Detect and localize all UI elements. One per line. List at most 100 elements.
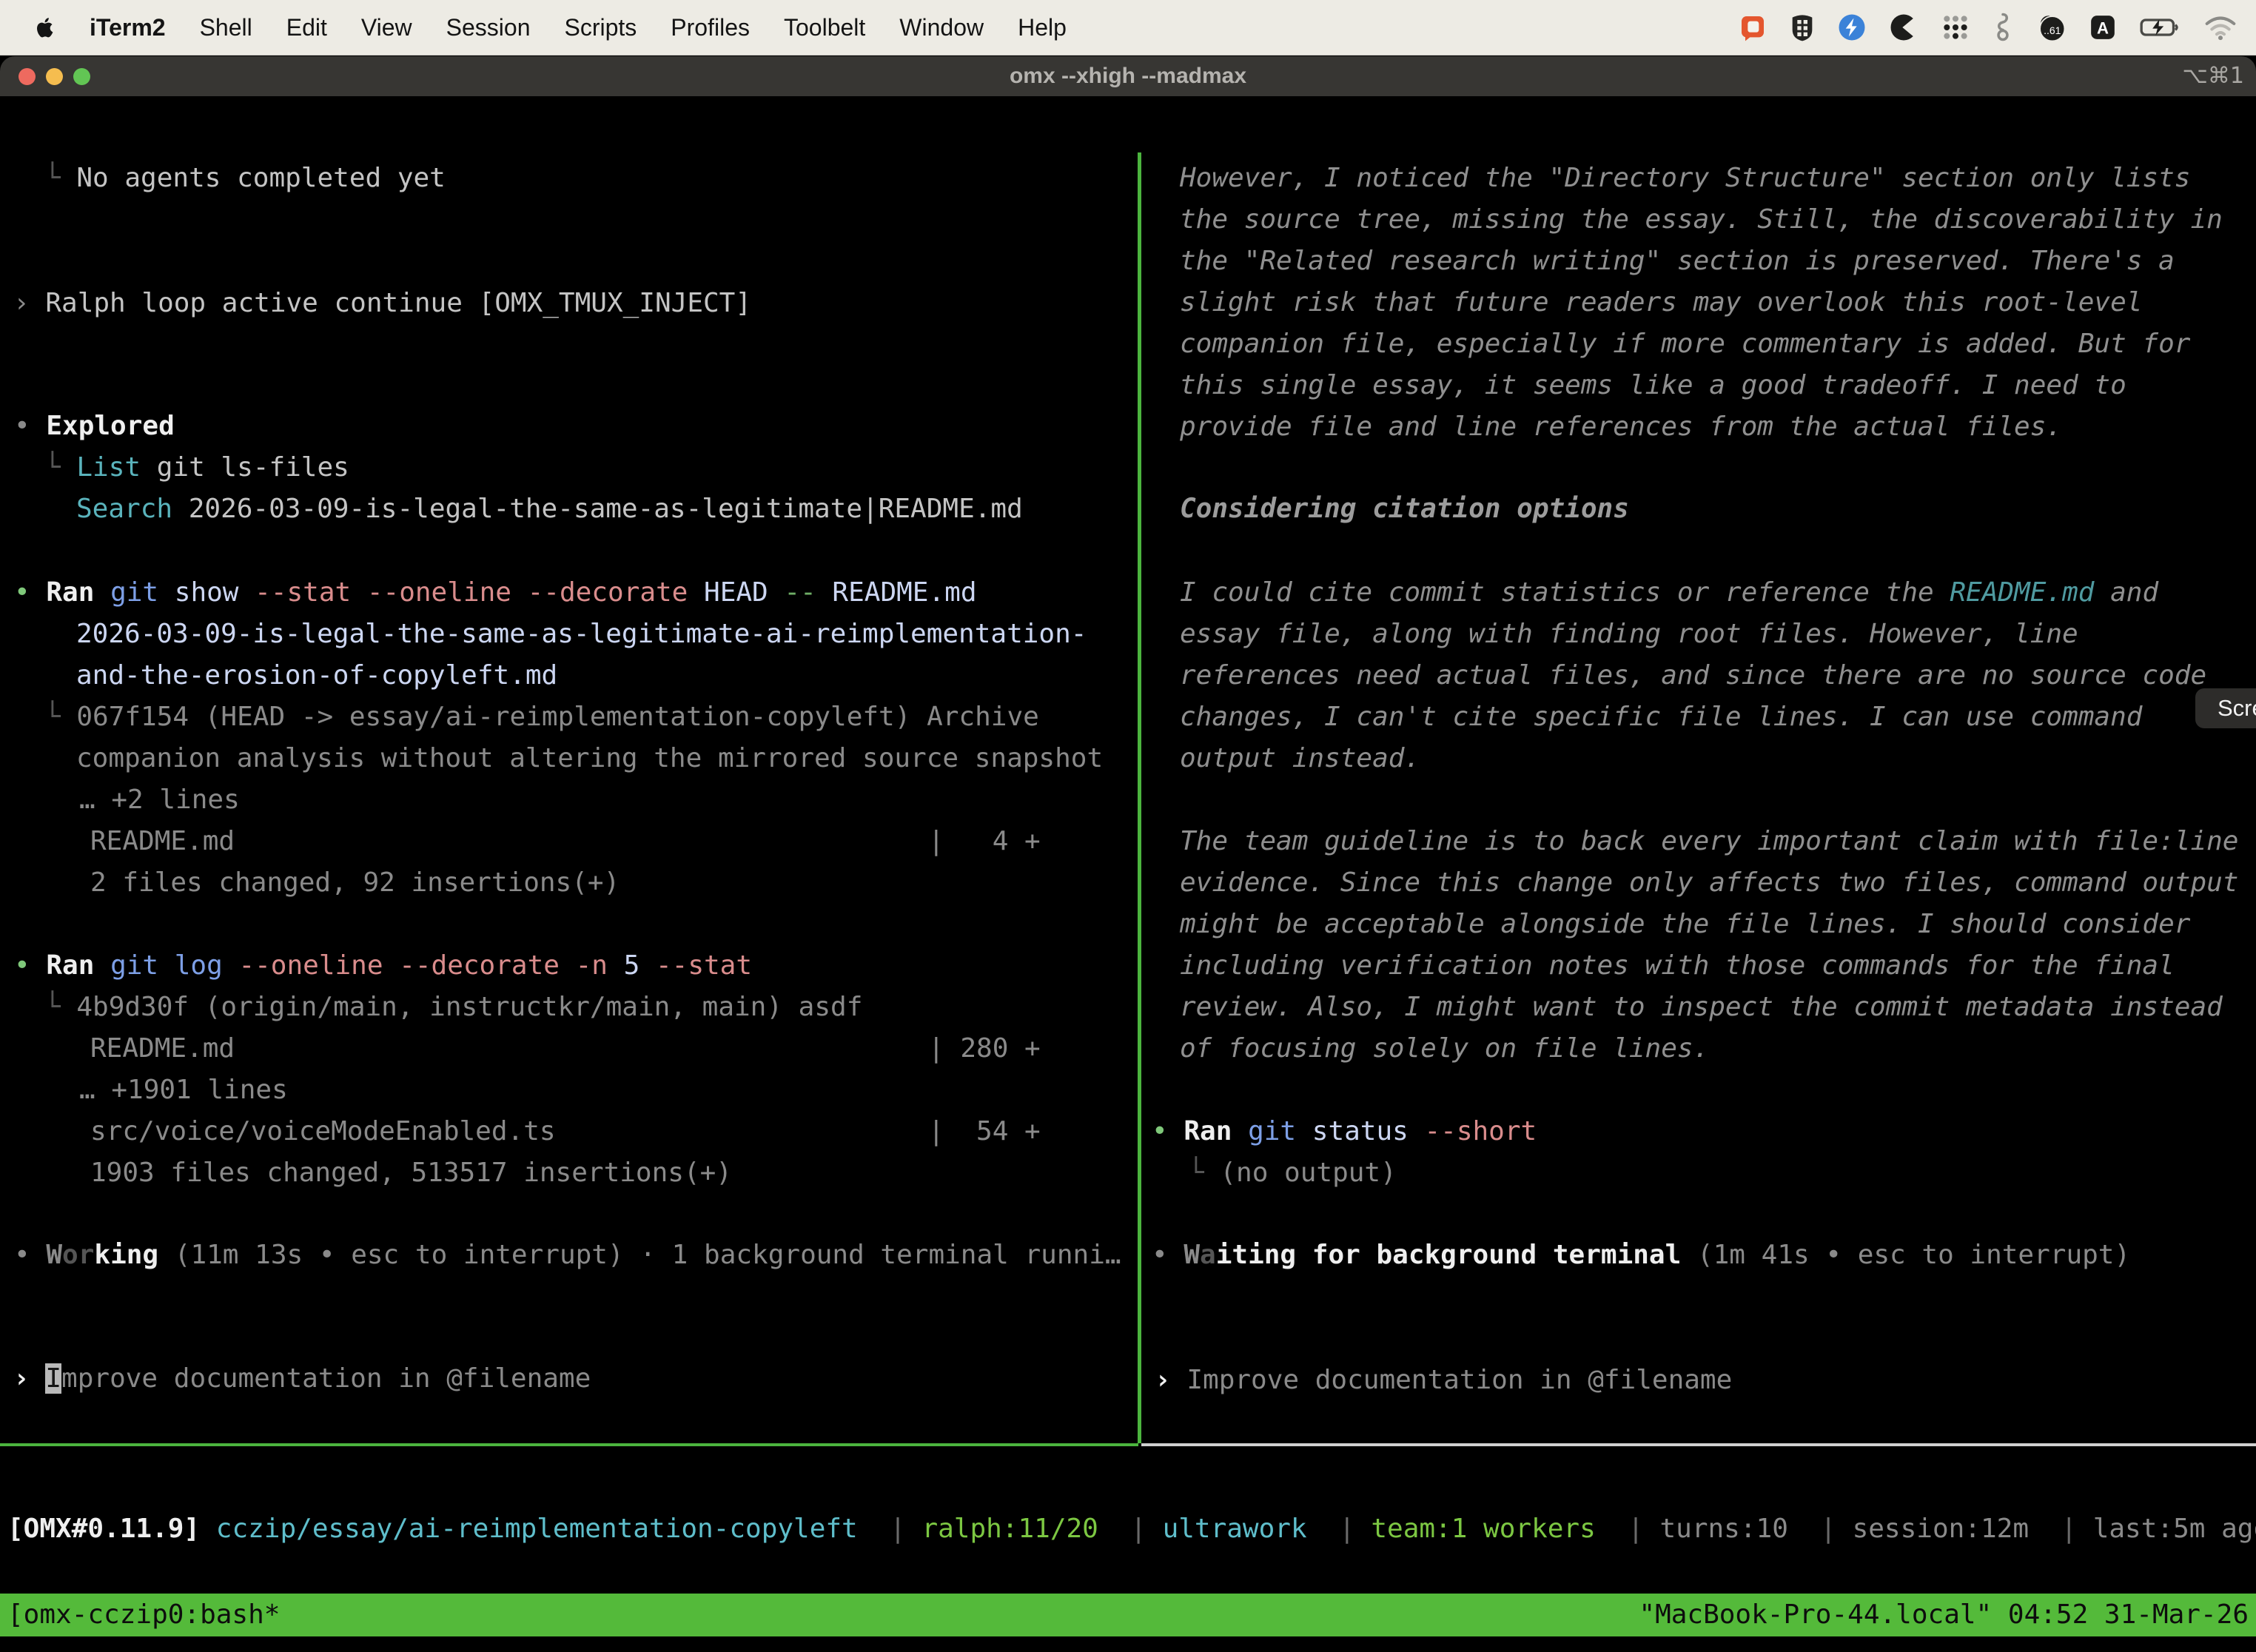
tmux-pane-left[interactable]: › Improve documentation in @filename └ N… bbox=[0, 152, 1138, 1443]
text-segment: or bbox=[62, 1240, 94, 1270]
hook-icon[interactable] bbox=[1993, 12, 2013, 43]
terminal-line: • Waiting for background terminal (1m 41… bbox=[1152, 1235, 2256, 1276]
gauge-badge-icon[interactable]: ..61 bbox=[2035, 12, 2067, 43]
text-segment: cczip/essay/ai-reimplementation-copyleft bbox=[216, 1514, 858, 1544]
text-segment: and bbox=[2094, 577, 2158, 608]
menu-item-help[interactable]: Help bbox=[1001, 14, 1084, 41]
terminal-line: 1903 files changed, 513517 insertions(+) bbox=[90, 1152, 1138, 1194]
notched-circle-icon[interactable] bbox=[1889, 13, 1918, 42]
text-segment: 1903 files changed, 513517 insertions(+) bbox=[90, 1158, 732, 1188]
text-segment: 2026-03-09-is-legal-the-same-as-legitima… bbox=[172, 494, 1023, 524]
text-segment: last:5m ago bbox=[2093, 1514, 2256, 1544]
terminal-line: might be acceptable alongside the file l… bbox=[1180, 904, 2256, 945]
omx-status-line: [OMX#0.11.9] cczip/essay/ai-reimplementa… bbox=[7, 1508, 2256, 1550]
text-segment: 4b9d30f (origin/main, instructkr/main, m… bbox=[76, 992, 862, 1022]
text-segment: ultrawork bbox=[1163, 1514, 1307, 1544]
text-segment: output instead. bbox=[1180, 743, 1420, 773]
text-segment: (11m 13s • esc to interrupt) · 1 backgro… bbox=[158, 1240, 1121, 1270]
text-segment: companion file, especially if more comme… bbox=[1180, 329, 2190, 359]
text-segment: List bbox=[76, 452, 141, 483]
right-prompt-line: › Improve documentation in @filename bbox=[1155, 1360, 1732, 1401]
text-segment: README.md bbox=[1950, 577, 2094, 608]
text-segment: status bbox=[1312, 1116, 1425, 1146]
screen-share-tab[interactable]: Scre bbox=[2195, 688, 2256, 728]
stat-column: | 280 + bbox=[928, 1028, 1041, 1070]
text-segment: git bbox=[1248, 1116, 1312, 1146]
text-segment: W bbox=[46, 1240, 62, 1270]
text-segment: | bbox=[1596, 1514, 1660, 1544]
menu-item-window[interactable]: Window bbox=[882, 14, 1001, 41]
terminal-line: • Ran git show --stat --oneline --decora… bbox=[14, 572, 1138, 614]
menu-item-edit[interactable]: Edit bbox=[269, 14, 344, 41]
text-segment: might be acceptable alongside the file l… bbox=[1180, 909, 2190, 939]
text-segment: | bbox=[1788, 1514, 1853, 1544]
pane-border-bottom-right bbox=[1141, 1443, 2256, 1446]
terminal-line: … +1901 lines bbox=[79, 1070, 1138, 1111]
terminal-line: 2026-03-09-is-legal-the-same-as-legitima… bbox=[76, 614, 1138, 655]
text-segment: this single essay, it seems like a good … bbox=[1180, 370, 2126, 400]
terminal-line: › Ralph loop active continue [OMX_TMUX_I… bbox=[13, 283, 1138, 324]
text-segment: Ran bbox=[1184, 1116, 1248, 1146]
text-segment: provide file and line references from th… bbox=[1180, 412, 2062, 442]
text-segment: --oneline --decorate -n bbox=[238, 950, 623, 981]
terminal-line: of focusing solely on file lines. bbox=[1180, 1028, 2256, 1070]
text-segment: README.md bbox=[90, 826, 235, 856]
apple-menu[interactable] bbox=[27, 15, 73, 40]
menu-item-shell[interactable]: Shell bbox=[183, 14, 269, 41]
text-segment: and-the-erosion-of-copyleft.md bbox=[76, 660, 557, 691]
text-segment: HEAD bbox=[704, 577, 784, 608]
text-segment: Search bbox=[76, 494, 172, 524]
text-segment: team:1 workers bbox=[1371, 1514, 1595, 1544]
wifi-icon[interactable] bbox=[2204, 13, 2237, 42]
terminal-line: including verification notes with those … bbox=[1180, 945, 2256, 987]
text-segment: Ran bbox=[46, 577, 110, 608]
prompt-placeholder: mprove documentation in @filename bbox=[61, 1363, 591, 1394]
pane-divider-vertical[interactable] bbox=[1138, 152, 1141, 1443]
terminal-line: output instead. bbox=[1180, 738, 2256, 779]
text-segment: | bbox=[2029, 1514, 2093, 1544]
menu-item-scripts[interactable]: Scripts bbox=[547, 14, 654, 41]
text-segment: 2 files changed, 92 insertions(+) bbox=[90, 867, 620, 898]
text-segment: src/voice/voiceModeEnabled.ts bbox=[90, 1116, 556, 1146]
text-segment: No agents completed yet bbox=[76, 163, 446, 193]
text-segment bbox=[200, 1514, 216, 1544]
battery-charging-icon[interactable] bbox=[2139, 13, 2182, 42]
terminal-line: └ List git ls-files bbox=[44, 447, 1138, 488]
terminal-line: README.md| 280 + bbox=[90, 1028, 1138, 1070]
text-segment: --stat bbox=[656, 950, 752, 981]
text-segment: However, I noticed the "Directory Struct… bbox=[1180, 163, 2190, 193]
text-segment: › bbox=[13, 288, 45, 318]
terminal-line: companion analysis without altering the … bbox=[76, 738, 1138, 779]
text-segment: └ bbox=[1188, 1158, 1220, 1188]
grid-shield-icon[interactable] bbox=[1790, 13, 1815, 42]
tmux-window-tab[interactable]: [omx-cczip0:bash* bbox=[7, 1594, 280, 1636]
text-segment: • bbox=[1152, 1116, 1184, 1146]
stat-column: | 4 + bbox=[928, 821, 1041, 862]
text-segment: companion analysis without altering the … bbox=[76, 743, 1103, 773]
dots-grid-icon[interactable] bbox=[1941, 13, 1970, 42]
prompt-placeholder: Improve documentation in @filename bbox=[1186, 1365, 1732, 1395]
text-segment: Ralph loop active continue [OMX_TMUX_INJ… bbox=[45, 288, 751, 318]
text-segment: review. Also, I might want to inspect th… bbox=[1180, 992, 2223, 1022]
menu-item-profiles[interactable]: Profiles bbox=[654, 14, 767, 41]
text-segment: | 54 + bbox=[928, 1116, 1041, 1146]
text-segment: iting for background terminal bbox=[1216, 1240, 1682, 1270]
text-segment: 2026-03-09-is-legal-the-same-as-legitima… bbox=[76, 619, 1087, 649]
screen-share-icon[interactable] bbox=[1738, 13, 1767, 42]
text-segment: … +1901 lines bbox=[79, 1075, 288, 1105]
blue-lightning-badge-icon[interactable] bbox=[1837, 13, 1867, 42]
terminal-line: review. Also, I might want to inspect th… bbox=[1180, 987, 2256, 1028]
terminal-line: slight risk that future readers may over… bbox=[1180, 282, 2256, 323]
menu-item-view[interactable]: View bbox=[344, 14, 429, 41]
terminal-line: src/voice/voiceModeEnabled.ts | 54 + bbox=[90, 1111, 1138, 1152]
text-segment: • bbox=[1152, 1240, 1184, 1270]
text-segment: | 280 + bbox=[928, 1033, 1041, 1064]
menu-item-session[interactable]: Session bbox=[429, 14, 548, 41]
menu-item-toolbelt[interactable]: Toolbelt bbox=[767, 14, 882, 41]
input-source-icon[interactable]: A bbox=[2089, 13, 2117, 41]
menu-item-iterm2[interactable]: iTerm2 bbox=[73, 14, 183, 41]
text-segment: git bbox=[110, 577, 175, 608]
gauge-badge-text: ..61 bbox=[2044, 24, 2061, 36]
tmux-pane-right[interactable]: › Improve documentation in @filename How… bbox=[1141, 152, 2256, 1443]
text-segment: changes, I can't cite specific file line… bbox=[1180, 702, 2142, 732]
